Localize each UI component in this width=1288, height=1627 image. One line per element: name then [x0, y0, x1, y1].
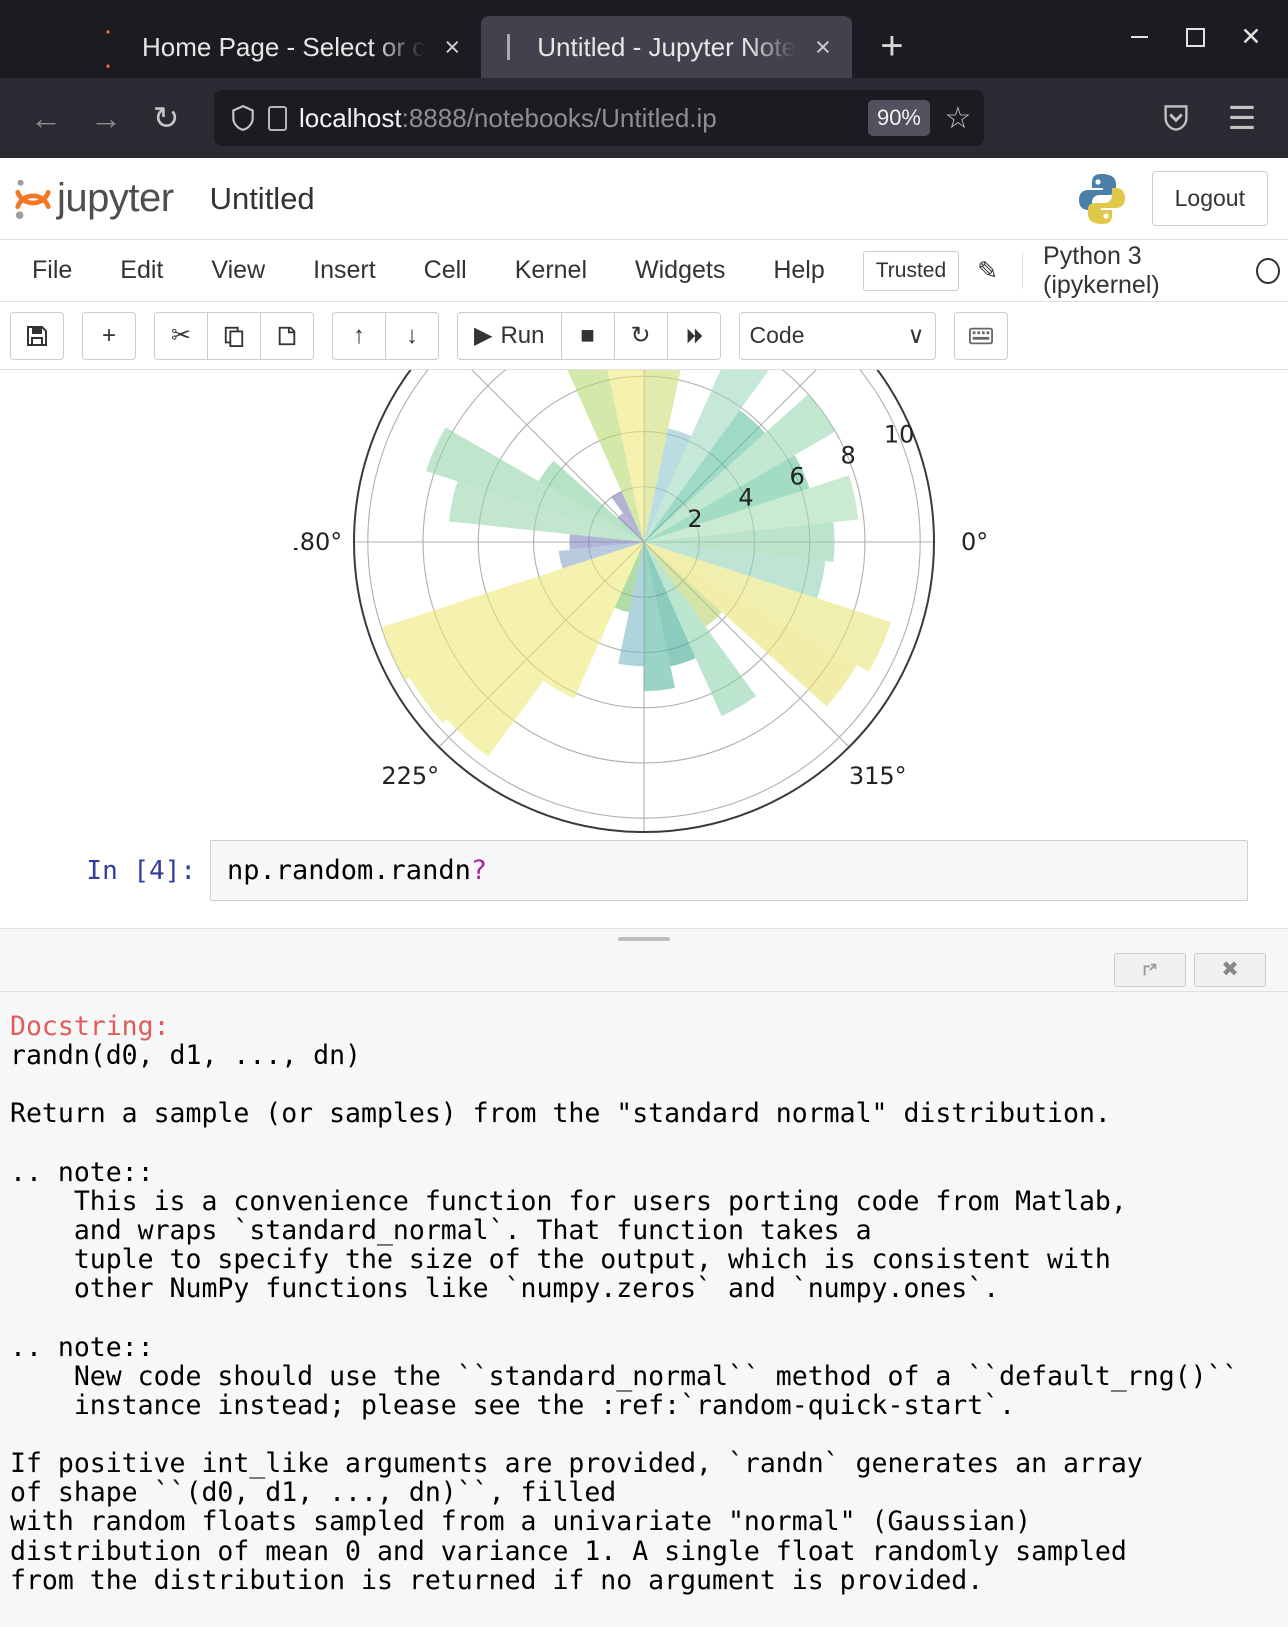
zoom-level-badge[interactable]: 90%	[868, 100, 930, 136]
jupyter-header: jupyter Untitled Logout	[0, 158, 1288, 240]
save-button[interactable]	[10, 312, 64, 360]
move-cell-up-icon[interactable]: ↑	[332, 312, 386, 360]
menu-file[interactable]: File	[8, 246, 96, 295]
browser-tab-home-page[interactable]: Home Page - Select or c ×	[86, 16, 481, 78]
menu-cell[interactable]: Cell	[400, 246, 491, 295]
python-logo-icon	[1076, 172, 1128, 226]
docstring-body: randn(d0, d1, ..., dn) Return a sample (…	[10, 1040, 1239, 1596]
logout-button[interactable]: Logout	[1152, 171, 1268, 226]
notebook-scroll-area[interactable]: 2468100°45°90°135°180°225°270°315° In [4…	[0, 370, 1288, 910]
kernel-indicator-label: Python 3 (ipykernel)	[1029, 242, 1242, 300]
interrupt-kernel-icon[interactable]: ■	[561, 312, 615, 360]
close-icon[interactable]: ×	[437, 32, 467, 62]
svg-text:0°: 0°	[961, 528, 988, 556]
menu-insert[interactable]: Insert	[289, 246, 400, 295]
menu-view[interactable]: View	[187, 246, 289, 295]
menu-divider	[1022, 253, 1023, 289]
jupyter-logo-icon	[12, 177, 54, 221]
jupyter-book-icon	[499, 34, 525, 60]
window-controls: ✕	[1112, 12, 1278, 62]
browser-tab-untitled-notebook[interactable]: Untitled - Jupyter Note ×	[481, 16, 852, 78]
browser-toolbar-right: ☰	[1148, 90, 1270, 146]
add-cell-button[interactable]: +	[82, 312, 136, 360]
jupyter-notebook-page: jupyter Untitled Logout File Edit View	[0, 158, 1288, 1627]
svg-text:6: 6	[789, 463, 804, 491]
menu-edit[interactable]: Edit	[96, 246, 187, 295]
tab-title: Untitled - Jupyter Note	[537, 32, 796, 63]
svg-text:2: 2	[687, 505, 702, 533]
toolbar-group-move: ↑ ↓	[332, 312, 439, 360]
bookmark-star-icon[interactable]: ☆	[942, 101, 974, 136]
pencil-icon[interactable]: ✎	[959, 256, 1016, 286]
browser-tab-strip: Home Page - Select or c × Untitled - Jup…	[0, 0, 1288, 78]
jupyter-header-right: Logout	[1076, 171, 1268, 226]
jupyter-logo[interactable]: jupyter	[12, 176, 174, 221]
back-icon[interactable]: ←	[18, 90, 74, 146]
docstring-label: Docstring:	[10, 1011, 170, 1042]
toolbar-group-clipboard: ✂	[154, 312, 314, 360]
svg-text:4: 4	[738, 484, 753, 512]
pocket-icon[interactable]	[1148, 90, 1204, 146]
cut-icon[interactable]: ✂	[154, 312, 208, 360]
url-text: localhost:8888/notebooks/Untitled.ip	[299, 103, 856, 134]
paste-icon[interactable]	[260, 312, 314, 360]
pager-output: Docstring: randn(d0, d1, ..., dn) Return…	[0, 992, 1288, 1627]
code-input[interactable]: np.random.randn?	[210, 840, 1248, 901]
jupyter-brand-text: jupyter	[57, 176, 174, 221]
toolbar-group-run: ▶ Run ■ ↻	[457, 312, 721, 360]
copy-icon[interactable]	[207, 312, 261, 360]
restart-run-all-icon[interactable]	[667, 312, 721, 360]
tab-title: Home Page - Select or c	[142, 32, 425, 63]
shield-icon	[230, 104, 256, 132]
toolbar-group-palette	[954, 312, 1008, 360]
pager-expand-icon[interactable]	[1114, 953, 1186, 987]
cell-prompt: In [4]:	[0, 840, 210, 886]
restart-kernel-icon[interactable]: ↻	[614, 312, 668, 360]
cell-type-value: Code	[750, 322, 805, 349]
new-tab-button[interactable]: +	[866, 22, 918, 74]
toolbar-group-save	[10, 312, 64, 360]
kernel-idle-icon	[1256, 258, 1280, 284]
address-bar[interactable]: localhost:8888/notebooks/Untitled.ip 90%…	[214, 90, 984, 146]
svg-text:10: 10	[884, 420, 915, 448]
pager-drag-handle[interactable]	[0, 928, 1288, 948]
run-label: Run	[500, 322, 544, 350]
trusted-badge[interactable]: Trusted	[863, 251, 959, 291]
browser-window: Home Page - Select or c × Untitled - Jup…	[0, 0, 1288, 1627]
svg-text:8: 8	[840, 441, 855, 469]
pager-header: ✖	[0, 948, 1288, 992]
play-icon: ▶	[474, 321, 492, 350]
svg-text:225°: 225°	[381, 762, 439, 790]
menu-kernel[interactable]: Kernel	[491, 246, 611, 295]
page-info-icon[interactable]	[268, 106, 287, 131]
move-cell-down-icon[interactable]: ↓	[385, 312, 439, 360]
svg-text:315°: 315°	[849, 762, 907, 790]
maximize-icon[interactable]	[1168, 12, 1222, 62]
code-text: np.random.randn	[227, 855, 471, 886]
close-icon[interactable]: ×	[808, 32, 838, 62]
minimize-icon[interactable]	[1112, 12, 1166, 62]
menu-widgets[interactable]: Widgets	[611, 246, 749, 295]
jupyter-menu-bar: File Edit View Insert Cell Kernel Widget…	[0, 240, 1288, 302]
matplotlib-polar-output: 2468100°45°90°135°180°225°270°315°	[0, 370, 1288, 902]
forward-icon[interactable]: →	[78, 90, 134, 146]
chevron-down-icon: ∨	[908, 322, 925, 349]
menu-help[interactable]: Help	[749, 246, 848, 295]
run-button[interactable]: ▶ Run	[457, 312, 562, 360]
jupyter-circle-icon	[104, 34, 130, 60]
browser-nav-bar: ← → ↻ localhost:8888/notebooks/Untitled.…	[0, 78, 1288, 158]
command-palette-icon[interactable]	[954, 312, 1008, 360]
toolbar-group-add: +	[82, 312, 136, 360]
help-question-mark: ?	[471, 855, 487, 886]
close-window-icon[interactable]: ✕	[1224, 12, 1278, 62]
cell-type-select[interactable]: Code ∨	[739, 312, 936, 360]
reload-icon[interactable]: ↻	[138, 90, 194, 146]
pager-close-icon[interactable]: ✖	[1194, 953, 1266, 987]
notebook-title[interactable]: Untitled	[210, 181, 315, 217]
hamburger-menu-icon[interactable]: ☰	[1214, 90, 1270, 146]
jupyter-toolbar: + ✂ ↑ ↓ ▶ Run ■ ↻	[0, 302, 1288, 370]
polar-bar-chart: 2468100°45°90°135°180°225°270°315°	[294, 370, 994, 902]
svg-text:180°: 180°	[294, 528, 342, 556]
code-cell[interactable]: In [4]: np.random.randn?	[0, 840, 1288, 901]
